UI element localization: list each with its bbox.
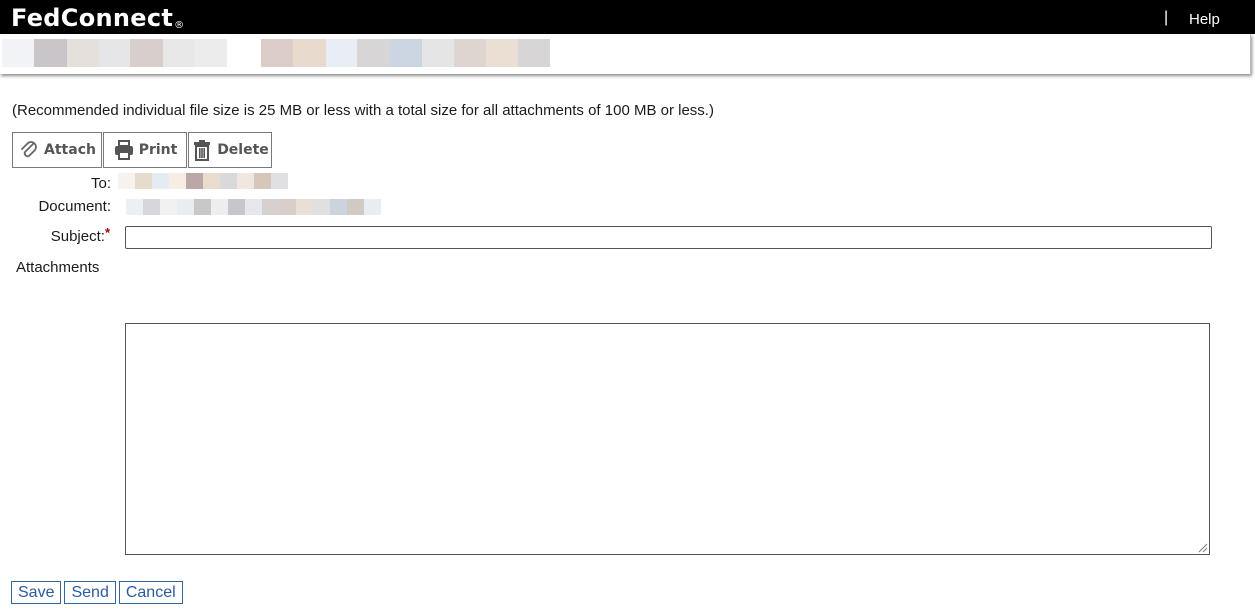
redacted-document-value: [126, 199, 381, 215]
trash-icon: [194, 140, 211, 161]
printer-icon: [114, 140, 133, 160]
delete-label: Delete: [217, 142, 269, 158]
send-button[interactable]: Send: [64, 581, 116, 604]
to-label: To:: [90, 175, 111, 192]
form-actions: Save Send Cancel: [11, 581, 186, 604]
subject-label: Subject:*: [40, 225, 110, 245]
redacted-to-value: [118, 173, 288, 189]
header-separator: |: [1164, 9, 1169, 26]
attach-button[interactable]: Attach: [12, 132, 102, 168]
logo-text: FedConnect: [11, 4, 174, 32]
delete-button[interactable]: Delete: [188, 132, 272, 168]
message-body-textarea[interactable]: [125, 323, 1210, 555]
subject-label-text: Subject:: [50, 228, 105, 245]
print-label: Print: [138, 142, 178, 158]
attach-label: Attach: [44, 142, 96, 158]
redacted-text-1: [2, 39, 227, 67]
file-size-notice: (Recommended individual file size is 25 …: [12, 102, 714, 119]
subject-input[interactable]: [125, 226, 1212, 249]
help-link[interactable]: Help: [1189, 11, 1220, 28]
attachments-label: Attachments: [16, 259, 100, 276]
document-label: Document:: [38, 198, 111, 215]
paperclip-icon: [21, 141, 37, 158]
redacted-subheader: [0, 34, 1251, 74]
save-button[interactable]: Save: [11, 581, 62, 604]
print-button[interactable]: Print: [103, 132, 187, 168]
top-bar: FedConnect® | Help: [0, 0, 1255, 34]
registered-mark: ®: [174, 20, 185, 31]
resize-grip-icon[interactable]: [1196, 541, 1208, 553]
required-marker: *: [104, 225, 110, 240]
redacted-text-2: [261, 39, 550, 67]
fedconnect-logo[interactable]: FedConnect®: [11, 4, 184, 32]
cancel-button[interactable]: Cancel: [118, 581, 183, 604]
attachment-toolbar: Attach Print Delete: [12, 132, 273, 168]
